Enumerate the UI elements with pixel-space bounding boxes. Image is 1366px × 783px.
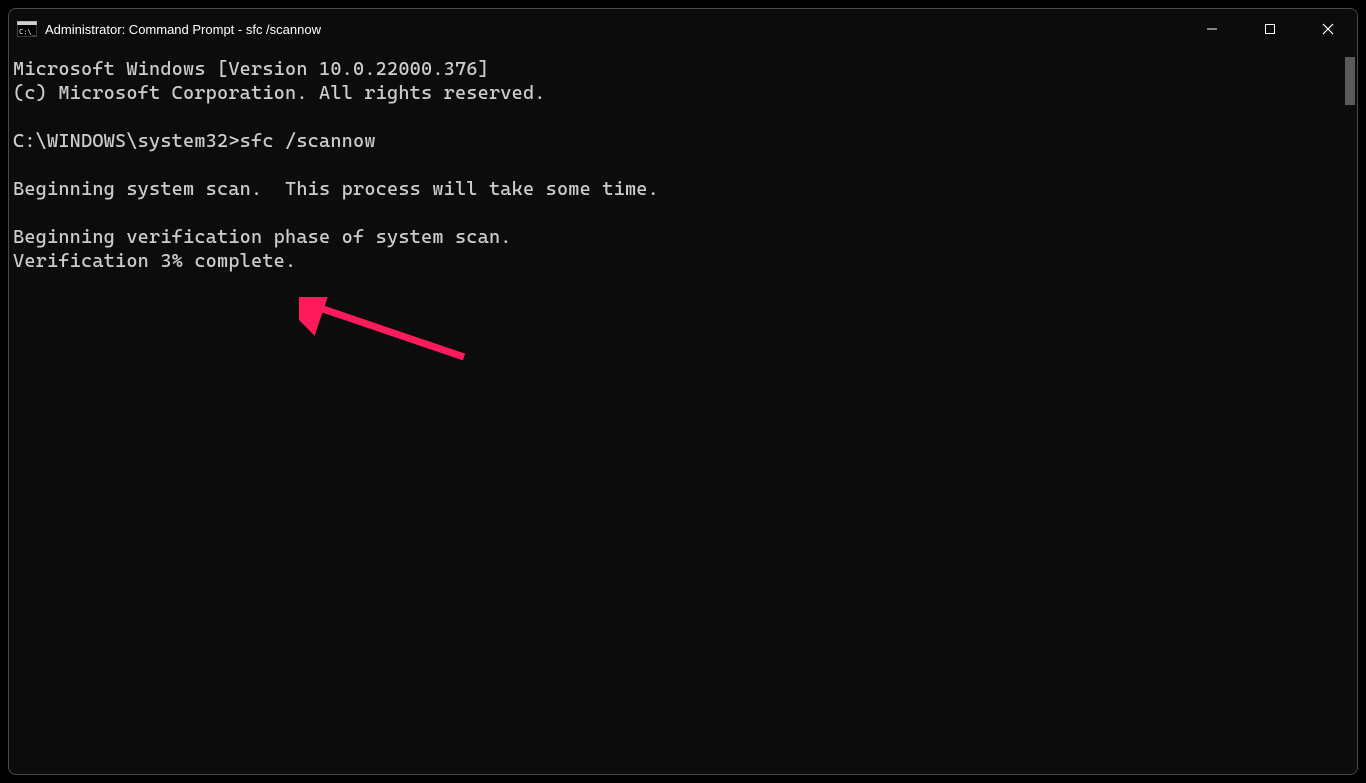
window-title: Administrator: Command Prompt - sfc /sca… bbox=[45, 22, 1183, 37]
command-prompt-window: C:\_ Administrator: Command Prompt - sfc… bbox=[8, 8, 1358, 775]
output-line: Beginning verification phase of system s… bbox=[13, 226, 512, 248]
prompt-line: C:\WINDOWS\system32>sfc /scannow bbox=[13, 130, 376, 152]
maximize-button[interactable] bbox=[1241, 9, 1299, 49]
minimize-button[interactable] bbox=[1183, 9, 1241, 49]
output-line: Verification 3% complete. bbox=[13, 250, 296, 272]
vertical-scrollbar[interactable] bbox=[1345, 57, 1355, 105]
svg-text:C:\_: C:\_ bbox=[19, 28, 37, 36]
titlebar[interactable]: C:\_ Administrator: Command Prompt - sfc… bbox=[9, 9, 1357, 49]
annotation-arrow-icon bbox=[299, 297, 479, 372]
output-line: (c) Microsoft Corporation. All rights re… bbox=[13, 82, 546, 104]
terminal-output: Microsoft Windows [Version 10.0.22000.37… bbox=[13, 57, 1357, 273]
terminal-body[interactable]: Microsoft Windows [Version 10.0.22000.37… bbox=[9, 49, 1357, 774]
close-button[interactable] bbox=[1299, 9, 1357, 49]
window-controls bbox=[1183, 9, 1357, 49]
cmd-icon: C:\_ bbox=[17, 21, 37, 37]
output-line: Microsoft Windows [Version 10.0.22000.37… bbox=[13, 58, 489, 80]
output-line: Beginning system scan. This process will… bbox=[13, 178, 659, 200]
